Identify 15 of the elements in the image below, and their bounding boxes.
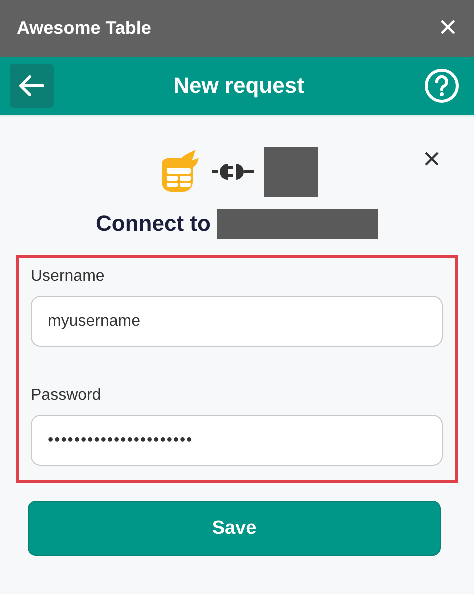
help-button[interactable] xyxy=(424,68,460,104)
plug-icon xyxy=(210,161,256,183)
close-button[interactable]: ✕ xyxy=(438,16,458,40)
password-field[interactable]: •••••••••••••••••••••• xyxy=(31,415,443,466)
page-title: New request xyxy=(174,73,304,99)
back-arrow-icon xyxy=(19,75,45,97)
save-button[interactable]: Save xyxy=(28,501,441,556)
back-button[interactable] xyxy=(10,64,54,108)
field-label: Username xyxy=(31,268,106,286)
help-icon xyxy=(424,68,460,104)
field-label: Password xyxy=(31,387,102,405)
username-field[interactable]: myusername xyxy=(31,296,443,347)
app-title: Awesome Table xyxy=(17,18,152,39)
connect-heading: Connect to xyxy=(96,211,211,237)
close-icon xyxy=(424,151,440,167)
